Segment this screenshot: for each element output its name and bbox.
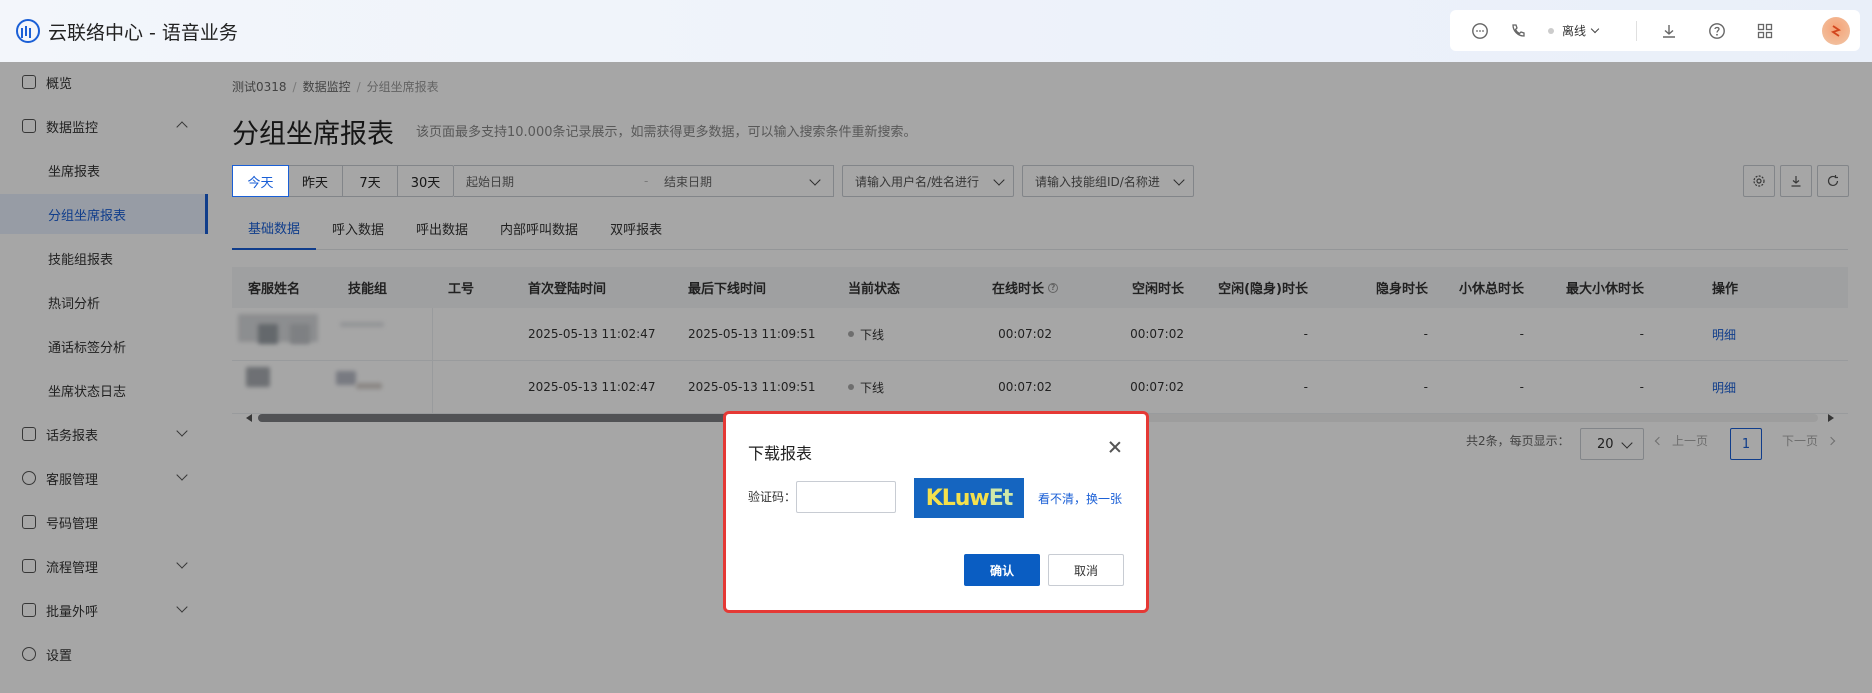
brand: 云联络中心 - 语音业务 xyxy=(16,18,238,45)
status-label: 离线 xyxy=(1562,24,1587,38)
download-icon[interactable] xyxy=(1657,19,1681,43)
confirm-button[interactable]: 确认 xyxy=(964,554,1040,586)
dialog-title: 下载报表 xyxy=(748,444,813,463)
captcha-label: 验证码： xyxy=(748,490,797,504)
captcha-text: KLuw xyxy=(925,485,990,511)
header-toolbar: 离线 xyxy=(1450,10,1860,51)
apps-grid-icon[interactable] xyxy=(1753,19,1777,43)
close-icon[interactable] xyxy=(1106,438,1124,456)
app-title: 云联络中心 - 语音业务 xyxy=(48,21,238,44)
avatar[interactable] xyxy=(1822,17,1850,45)
agent-status-dropdown[interactable]: 离线 xyxy=(1548,22,1600,39)
captcha-text: Et xyxy=(988,485,1014,511)
captcha-input[interactable] xyxy=(796,481,896,513)
status-dot xyxy=(1548,27,1554,34)
help-icon[interactable] xyxy=(1705,19,1729,43)
chevron-down-icon xyxy=(1590,24,1600,34)
voice-logo-icon xyxy=(16,19,40,43)
captcha-refresh-link[interactable]: 看不清，换一张 xyxy=(1038,490,1122,507)
download-report-dialog: 下载报表 验证码： KLuw Et 看不清，换一张 确认 取消 xyxy=(726,414,1146,610)
chat-icon[interactable] xyxy=(1468,19,1492,43)
period-today[interactable]: 今天 xyxy=(232,165,289,197)
captcha-image[interactable]: KLuw Et xyxy=(914,478,1024,518)
divider xyxy=(1636,20,1638,41)
cancel-button[interactable]: 取消 xyxy=(1048,554,1124,586)
phone-icon[interactable] xyxy=(1506,19,1530,43)
